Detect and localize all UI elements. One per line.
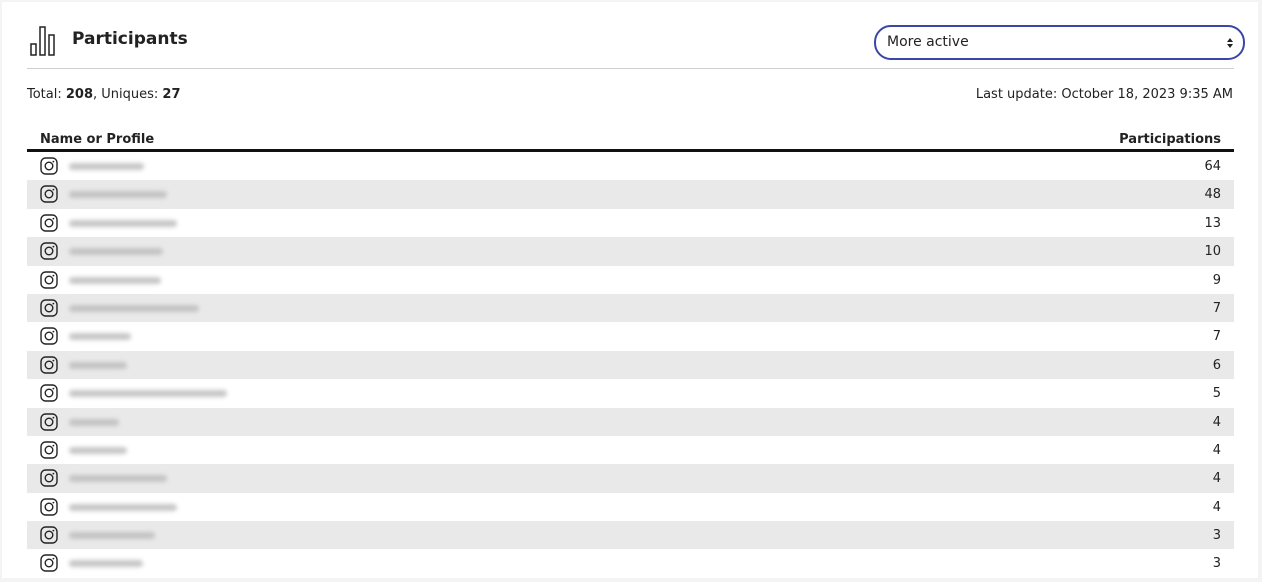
column-header-name: Name or Profile — [40, 132, 155, 147]
instagram-icon — [40, 157, 58, 175]
profile-name-redacted — [69, 276, 161, 284]
instagram-icon — [40, 214, 58, 232]
instagram-icon — [40, 469, 58, 487]
profile-name-redacted — [69, 219, 177, 227]
participation-count: 9 — [1212, 272, 1221, 288]
instagram-icon — [40, 526, 58, 544]
bar-chart-icon — [30, 26, 55, 56]
instagram-icon — [40, 185, 58, 204]
select-arrows-icon — [1227, 38, 1233, 48]
sort-select[interactable]: More active — [874, 25, 1245, 60]
participants-panel: Participants More active Total: 208, Uni… — [2, 2, 1258, 578]
uniques-label: , Uniques: — [93, 87, 163, 102]
participation-count: 4 — [1212, 471, 1221, 487]
participation-count: 5 — [1212, 386, 1221, 402]
table-row[interactable]: 7 — [27, 322, 1234, 350]
profile-name-redacted — [69, 418, 119, 426]
participation-count: 3 — [1212, 528, 1221, 544]
profile-name-redacted — [69, 560, 143, 568]
profile-name-redacted — [69, 333, 131, 341]
participation-summary: Total: 208, Uniques: 27 — [27, 87, 181, 102]
total-label: Total: — [27, 87, 66, 102]
instagram-icon — [40, 412, 58, 431]
profile-name-redacted — [69, 304, 199, 312]
profile-name-redacted — [69, 163, 144, 170]
table-row[interactable]: 7 — [27, 293, 1234, 323]
profile-name-redacted — [69, 475, 167, 483]
sort-select-value: More active — [887, 34, 969, 50]
instagram-icon — [40, 554, 58, 573]
profile-name-redacted — [69, 361, 127, 369]
participation-count: 7 — [1212, 300, 1221, 316]
participation-count: 4 — [1212, 442, 1221, 458]
table-row[interactable]: 10 — [27, 237, 1234, 266]
table-row[interactable]: 48 — [27, 180, 1234, 209]
table-row[interactable]: 4 — [27, 464, 1234, 493]
page-title: Participants — [72, 29, 188, 49]
participation-count: 10 — [1204, 244, 1221, 260]
table-row[interactable]: 6 — [27, 350, 1234, 380]
column-header-participations: Participations — [1119, 132, 1221, 147]
participation-count: 4 — [1212, 414, 1221, 430]
table-body: 64 48 13 10 9 7 7 6 5 4 4 4 4 3 3 — [27, 152, 1234, 578]
participation-count: 48 — [1204, 187, 1221, 203]
profile-name-redacted — [69, 248, 163, 256]
table-row[interactable]: 4 — [27, 407, 1234, 436]
instagram-icon — [40, 242, 58, 260]
uniques-value: 27 — [162, 87, 181, 102]
total-value: 208 — [65, 87, 94, 102]
participation-count: 13 — [1204, 215, 1221, 231]
participation-count: 4 — [1212, 499, 1221, 515]
participation-count: 6 — [1212, 357, 1221, 373]
instagram-icon — [40, 356, 58, 374]
profile-name-redacted — [69, 390, 227, 398]
participants-table: Name or Profile Participations 64 48 13 10 9… — [27, 129, 1234, 578]
table-row[interactable]: 3 — [27, 549, 1234, 577]
table-row[interactable]: 3 — [27, 521, 1234, 550]
table-row[interactable]: 64 — [27, 152, 1234, 180]
participation-count: 7 — [1212, 329, 1221, 345]
profile-name-redacted — [69, 503, 177, 511]
table-row[interactable]: 4 — [27, 436, 1234, 464]
profile-name-redacted — [69, 446, 127, 454]
instagram-icon — [40, 384, 58, 402]
table-header: Name or Profile Participations — [27, 129, 1234, 152]
table-row[interactable]: 13 — [27, 209, 1234, 237]
instagram-icon — [40, 270, 58, 289]
profile-name-redacted — [69, 191, 167, 199]
table-row[interactable]: 4 — [27, 493, 1234, 521]
table-row[interactable]: 9 — [27, 266, 1234, 294]
participation-count: 64 — [1204, 159, 1221, 174]
panel-header: Participants More active — [27, 2, 1245, 69]
instagram-icon — [40, 327, 58, 346]
profile-name-redacted — [69, 532, 155, 540]
instagram-icon — [40, 497, 58, 516]
instagram-icon — [40, 441, 58, 459]
participation-count: 3 — [1212, 556, 1221, 572]
instagram-icon — [40, 299, 58, 317]
last-update: Last update: October 18, 2023 9:35 AM — [975, 87, 1233, 102]
table-row[interactable]: 5 — [27, 379, 1234, 407]
